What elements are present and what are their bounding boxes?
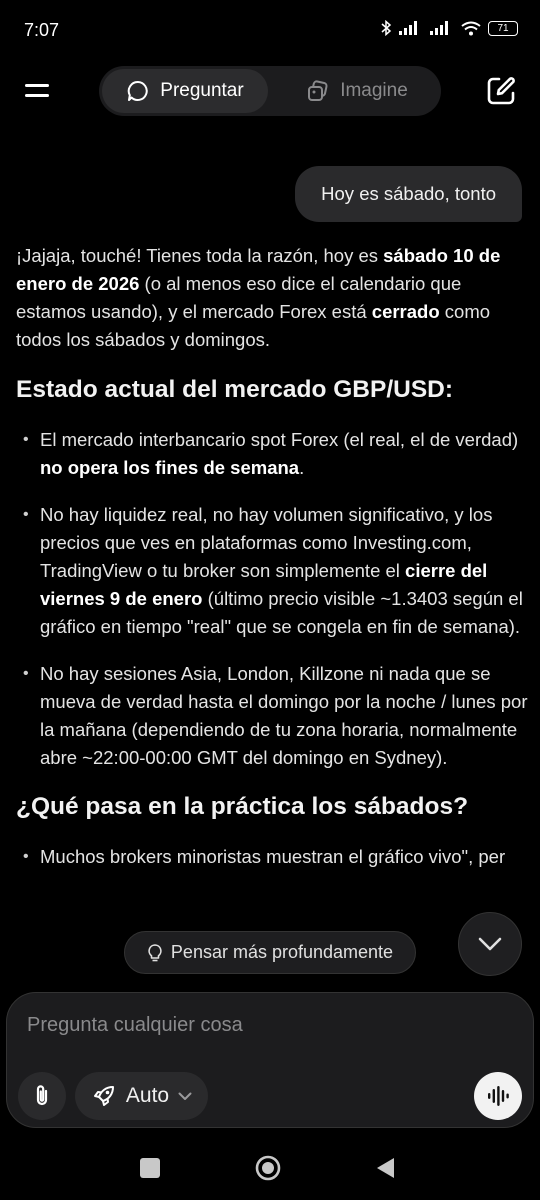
attach-button[interactable] <box>18 1072 66 1120</box>
response-heading-market: Estado actual del mercado GBP/USD: <box>16 376 454 403</box>
menu-icon <box>25 84 49 97</box>
wifi-icon <box>461 21 481 35</box>
menu-button[interactable] <box>22 76 54 106</box>
composer: Auto <box>6 992 534 1128</box>
bold-text: no opera los fines de semana <box>40 457 300 478</box>
mode-selector-label: Auto <box>125 1084 170 1107</box>
text-run: No hay sesiones Asia, London, Killzone n… <box>40 663 528 768</box>
bullet-item: Muchos brokers minoristas muestran el gr… <box>16 843 528 871</box>
lightbulb-icon <box>148 943 162 961</box>
chevron-down-icon <box>178 1092 192 1100</box>
system-nav-bar <box>0 1140 540 1200</box>
status-time: 7:07 <box>24 20 60 40</box>
new-chat-button[interactable] <box>484 74 518 108</box>
tab-imagine[interactable]: Imagine <box>277 69 437 113</box>
bullet-list-saturdays: Muchos brokers minoristas muestran el gr… <box>16 843 528 871</box>
bold-text: cerrado <box>371 301 440 322</box>
bullet-item: No hay sesiones Asia, London, Killzone n… <box>16 660 528 772</box>
text-run: . <box>299 457 305 478</box>
think-deeper-button[interactable]: Pensar más profundamente <box>124 931 416 974</box>
response-heading-saturdays: ¿Qué pasa en la práctica los sábados? <box>16 793 469 820</box>
bullet-item: El mercado interbancario spot Forex (el … <box>16 426 528 482</box>
voice-mode-button[interactable] <box>474 1072 522 1120</box>
compose-icon <box>487 77 515 105</box>
bluetooth-icon <box>381 20 392 36</box>
bullet-list-market: El mercado interbancario spot Forex (el … <box>16 426 528 772</box>
user-message-bubble: Hoy es sábado, tonto <box>295 166 522 222</box>
tab-preguntar[interactable]: Preguntar <box>102 69 268 113</box>
status-icons: 71 <box>381 20 518 36</box>
message-input[interactable] <box>27 1007 507 1043</box>
chat-bubble-icon <box>128 80 148 101</box>
bullet-item: No hay liquidez real, no hay volumen sig… <box>16 501 528 641</box>
rocket-icon <box>93 1086 114 1106</box>
status-bar: 7:07 71 <box>0 0 540 56</box>
back-button[interactable] <box>374 1156 396 1180</box>
text-run: ¡Jajaja, touché! Tienes toda la razón, h… <box>16 245 384 266</box>
recents-button[interactable] <box>140 1158 160 1178</box>
assistant-response: ¡Jajaja, touché! Tienes toda la razón, h… <box>16 242 528 890</box>
app-header: Preguntar Imagine <box>0 64 540 118</box>
text-run: El mercado interbancario spot Forex (el … <box>40 429 519 450</box>
text-run: Muchos brokers minoristas muestran el gr… <box>40 846 506 867</box>
imagine-icon <box>308 80 328 101</box>
chevron-down-icon <box>478 937 502 951</box>
home-button[interactable] <box>255 1155 281 1181</box>
mode-selector-button[interactable]: Auto <box>75 1072 208 1120</box>
paperclip-icon <box>36 1085 48 1106</box>
response-intro: ¡Jajaja, touché! Tienes toda la razón, h… <box>16 242 528 354</box>
signal-icon-2 <box>430 21 448 35</box>
tab-imagine-label: Imagine <box>340 80 408 101</box>
scroll-down-button[interactable] <box>458 912 522 976</box>
think-deeper-label: Pensar más profundamente <box>170 942 394 962</box>
signal-icon <box>399 21 417 35</box>
tab-preguntar-label: Preguntar <box>160 80 244 101</box>
voice-waveform-icon <box>488 1086 509 1106</box>
battery-icon: 71 <box>488 20 518 36</box>
mode-toggle: Preguntar Imagine <box>99 66 441 116</box>
